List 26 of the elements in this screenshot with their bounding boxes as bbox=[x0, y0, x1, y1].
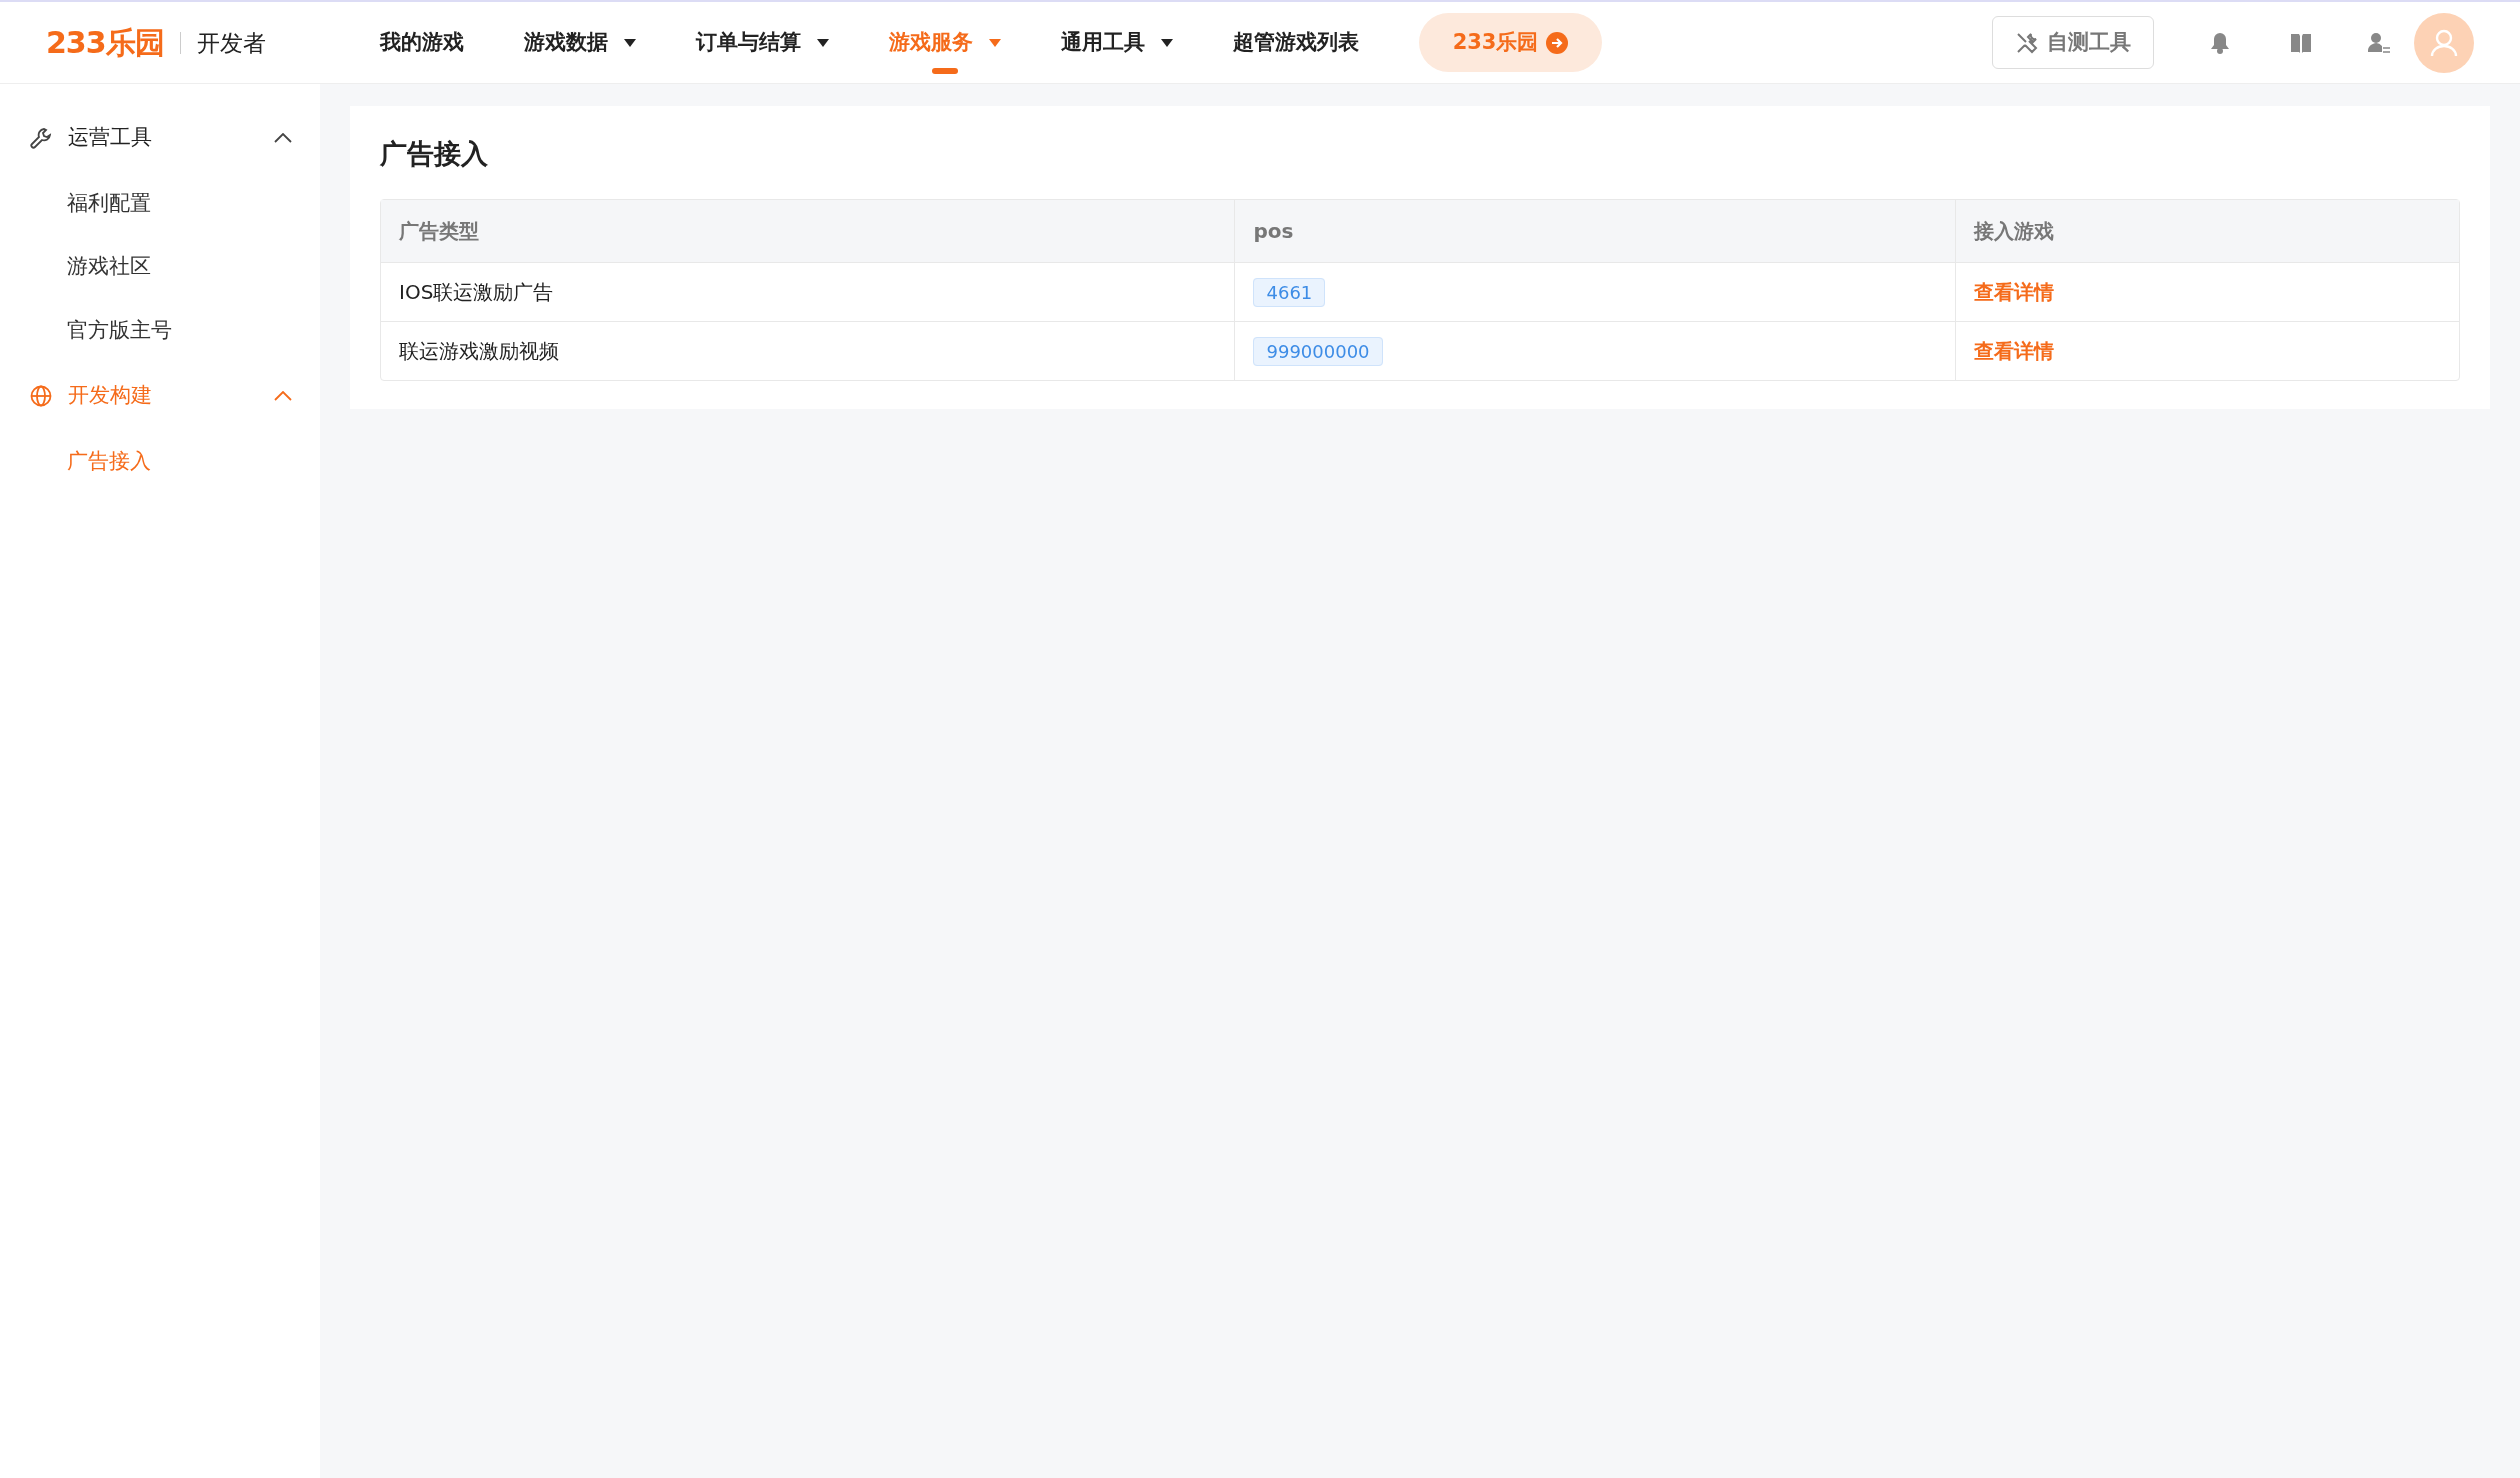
sidebar-group[interactable]: 运营工具 bbox=[0, 104, 320, 172]
sidebar-item[interactable]: 游戏社区 bbox=[0, 235, 320, 299]
table-cell: IOS联运激励广告 bbox=[381, 261, 1236, 321]
tool-button[interactable]: 自测工具 bbox=[1992, 15, 2154, 70]
pos-tag: 4661 bbox=[1253, 277, 1326, 307]
nav-tab[interactable]: 我的游戏 bbox=[379, 26, 464, 59]
book-icon[interactable] bbox=[2290, 32, 2312, 53]
wrench-icon bbox=[30, 126, 52, 149]
globe-icon bbox=[30, 384, 52, 407]
table-cell: 联运游戏激励视频 bbox=[381, 320, 1236, 380]
bell-icon[interactable] bbox=[2210, 31, 2230, 54]
column-header: 接入游戏 bbox=[1955, 199, 2459, 262]
nav-tab[interactable]: 超管游戏列表 bbox=[1232, 26, 1359, 59]
column-header: pos bbox=[1235, 199, 1956, 262]
sidebar-item[interactable]: 官方版主号 bbox=[0, 298, 320, 362]
user-switch-icon[interactable] bbox=[2368, 31, 2390, 54]
pos-tag: 999000000 bbox=[1253, 336, 1383, 366]
column-header: 广告类型 bbox=[381, 199, 1236, 262]
nav-tab[interactable]: 游戏数据 bbox=[523, 26, 636, 59]
page-title: 广告接入 bbox=[380, 137, 489, 171]
nav-tab[interactable]: 通用工具 bbox=[1060, 26, 1173, 59]
arrow-circle-icon bbox=[1546, 31, 1569, 54]
subtitle: 开发者 bbox=[179, 31, 266, 54]
nav-tab[interactable]: 订单与结算 bbox=[695, 26, 829, 59]
user-icon bbox=[2429, 27, 2459, 58]
sidebar-item[interactable]: 福利配置 bbox=[0, 171, 320, 235]
